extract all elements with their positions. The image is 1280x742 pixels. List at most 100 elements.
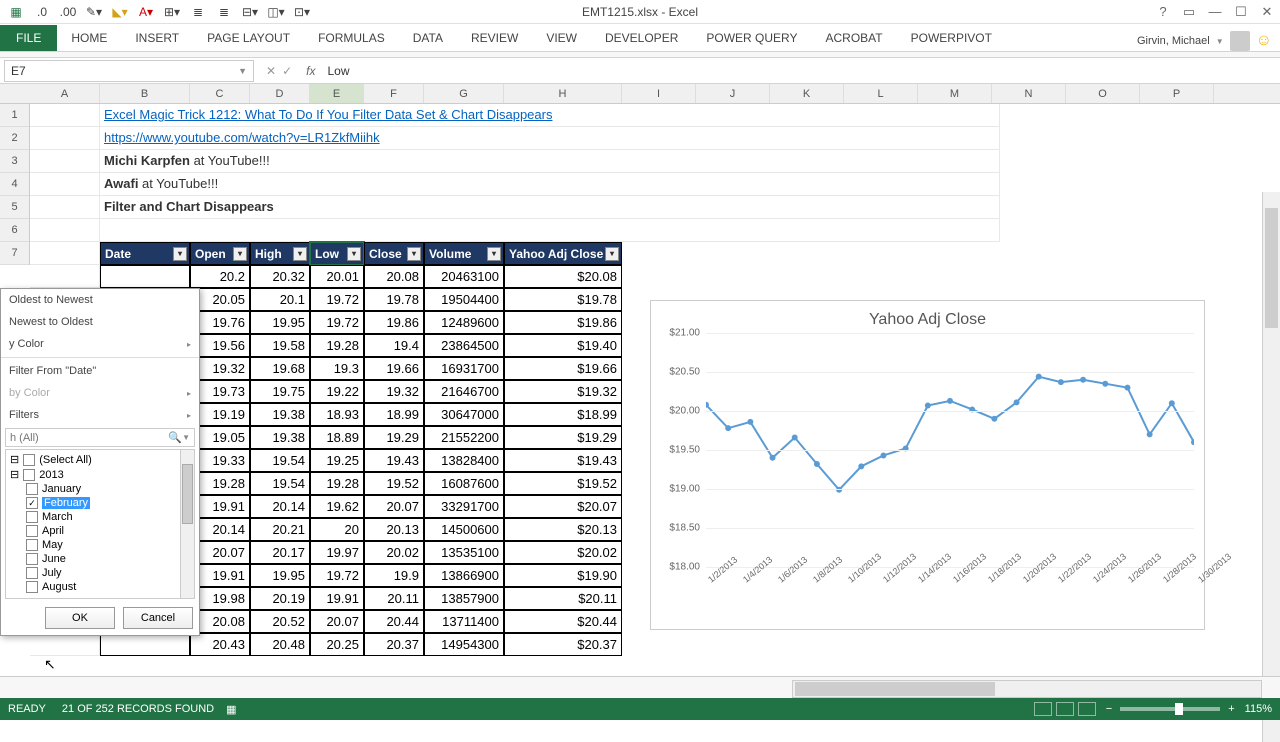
fill-icon[interactable]: ◣▾ <box>108 2 132 22</box>
table-header-yahoo-adj-close[interactable]: Yahoo Adj Close▾ <box>504 242 622 265</box>
view-buttons[interactable] <box>1034 702 1096 716</box>
cell-B3[interactable]: Michi Karpfen at YouTube!!! <box>100 150 1000 173</box>
table-cell[interactable]: 20.44 <box>364 610 424 633</box>
table-cell[interactable]: 19.68 <box>250 357 310 380</box>
table-cell[interactable]: $20.13 <box>504 518 622 541</box>
misc-icon[interactable]: ◫▾ <box>264 2 288 22</box>
more-icon[interactable]: ⊟▾ <box>238 2 262 22</box>
table-cell[interactable]: 20.02 <box>364 541 424 564</box>
table-cell[interactable]: 14954300 <box>424 633 504 656</box>
table-cell[interactable]: 33291700 <box>424 495 504 518</box>
tab-insert[interactable]: INSERT <box>121 25 193 51</box>
table-cell[interactable]: 20.25 <box>310 633 364 656</box>
excel-icon[interactable]: ▦ <box>4 2 28 22</box>
table-cell[interactable]: 19.97 <box>310 541 364 564</box>
table-cell[interactable]: 21552200 <box>424 426 504 449</box>
table-cell[interactable]: 19.4 <box>364 334 424 357</box>
col-header-D[interactable]: D <box>250 84 310 103</box>
sort-by-color[interactable]: y Color▸ <box>1 333 199 355</box>
row-header-6[interactable]: 6 <box>0 219 29 242</box>
font-color-icon[interactable]: A▾ <box>134 2 158 22</box>
avatar[interactable] <box>1230 31 1250 51</box>
cancel-button[interactable]: Cancel <box>123 607 193 629</box>
borders-icon[interactable]: ⊞▾ <box>160 2 184 22</box>
table-cell[interactable]: $19.32 <box>504 380 622 403</box>
table-cell[interactable]: 19.62 <box>310 495 364 518</box>
table-cell[interactable]: 14500600 <box>424 518 504 541</box>
name-box[interactable]: E7 ▼ <box>4 60 254 82</box>
table-cell[interactable]: 19.29 <box>364 426 424 449</box>
tab-developer[interactable]: DEVELOPER <box>591 25 692 51</box>
table-cell[interactable]: 16087600 <box>424 472 504 495</box>
table-cell[interactable]: 19.54 <box>250 449 310 472</box>
ribbon-display-icon[interactable]: ▭ <box>1180 4 1198 20</box>
filter-icon[interactable]: ▾ <box>605 247 619 261</box>
table-cell[interactable]: 18.99 <box>364 403 424 426</box>
user-dropdown-icon[interactable]: ▼ <box>1216 37 1224 46</box>
table-header-date[interactable]: Date▾ <box>100 242 190 265</box>
feedback-icon[interactable]: ☺ <box>1256 32 1272 50</box>
filter-icon[interactable]: ▾ <box>407 247 421 261</box>
filter-node-february[interactable]: ✓ February <box>8 496 192 510</box>
table-cell[interactable]: 19.72 <box>310 311 364 334</box>
table-cell[interactable]: 20.37 <box>364 633 424 656</box>
formula-bar[interactable]: Low <box>321 64 1280 78</box>
search-dropdown-icon[interactable]: ▼ <box>182 433 190 442</box>
chart[interactable]: Yahoo Adj Close $21.00$20.50$20.00$19.50… <box>650 300 1205 630</box>
table-cell[interactable]: 19.72 <box>310 288 364 311</box>
table-cell[interactable]: 20.1 <box>250 288 310 311</box>
col-header-L[interactable]: L <box>844 84 918 103</box>
tab-page-layout[interactable]: PAGE LAYOUT <box>193 25 304 51</box>
table-cell[interactable]: 19.95 <box>250 311 310 334</box>
decimal-icon[interactable]: .0 <box>30 2 54 22</box>
col-header-P[interactable]: P <box>1140 84 1214 103</box>
table-cell[interactable]: $20.11 <box>504 587 622 610</box>
normal-view-icon[interactable] <box>1034 702 1052 716</box>
table-cell[interactable]: 19.91 <box>310 587 364 610</box>
table-cell[interactable]: 19504400 <box>424 288 504 311</box>
table-cell[interactable]: 20 <box>310 518 364 541</box>
table-cell[interactable]: 20.43 <box>190 633 250 656</box>
col-header-B[interactable]: B <box>100 84 190 103</box>
zoom-slider[interactable] <box>1120 707 1220 711</box>
table-header-close[interactable]: Close▾ <box>364 242 424 265</box>
tab-view[interactable]: VIEW <box>532 25 591 51</box>
zoom-out-icon[interactable]: − <box>1106 703 1112 715</box>
table-cell[interactable]: $20.08 <box>504 265 622 288</box>
tab-home[interactable]: HOME <box>57 25 121 51</box>
table-cell[interactable]: 20.07 <box>364 495 424 518</box>
table-cell[interactable]: 20.11 <box>364 587 424 610</box>
table-cell[interactable]: 20.07 <box>310 610 364 633</box>
table-header-open[interactable]: Open▾ <box>190 242 250 265</box>
table-cell[interactable]: 18.93 <box>310 403 364 426</box>
tab-acrobat[interactable]: ACROBAT <box>811 25 896 51</box>
table-cell[interactable]: 19.78 <box>364 288 424 311</box>
tab-powerpivot[interactable]: POWERPIVOT <box>897 25 1006 51</box>
filter-node-june[interactable]: June <box>8 552 192 566</box>
table-cell[interactable]: 20.17 <box>250 541 310 564</box>
table-cell[interactable]: $20.07 <box>504 495 622 518</box>
col-header-H[interactable]: H <box>504 84 622 103</box>
table-cell[interactable]: $19.90 <box>504 564 622 587</box>
table-cell[interactable]: 19.25 <box>310 449 364 472</box>
clear-filter[interactable]: Filter From "Date" <box>1 360 199 382</box>
table-cell[interactable]: 23864500 <box>424 334 504 357</box>
table-cell[interactable]: 13857900 <box>424 587 504 610</box>
vertical-scrollbar[interactable] <box>1262 192 1280 742</box>
tab-power-query[interactable]: POWER QUERY <box>692 25 811 51</box>
cell-B6[interactable] <box>100 219 1000 242</box>
filter-icon[interactable]: ▾ <box>347 247 361 261</box>
table-cell[interactable]: 20.08 <box>364 265 424 288</box>
sort-newest[interactable]: Newest to Oldest <box>1 311 199 333</box>
scroll-thumb[interactable] <box>1265 208 1278 328</box>
row-header-2[interactable]: 2 <box>0 127 29 150</box>
tree-scrollbar[interactable] <box>180 450 194 598</box>
row-header-5[interactable]: 5 <box>0 196 29 219</box>
table-cell[interactable]: $19.86 <box>504 311 622 334</box>
table-cell[interactable]: 19.86 <box>364 311 424 334</box>
ok-button[interactable]: OK <box>45 607 115 629</box>
macro-icon[interactable]: ▦ <box>226 703 236 716</box>
table-cell[interactable]: 20.14 <box>250 495 310 518</box>
filter-node-march[interactable]: March <box>8 510 192 524</box>
cell-B2[interactable]: https://www.youtube.com/watch?v=LR1ZkfMi… <box>100 127 1000 150</box>
